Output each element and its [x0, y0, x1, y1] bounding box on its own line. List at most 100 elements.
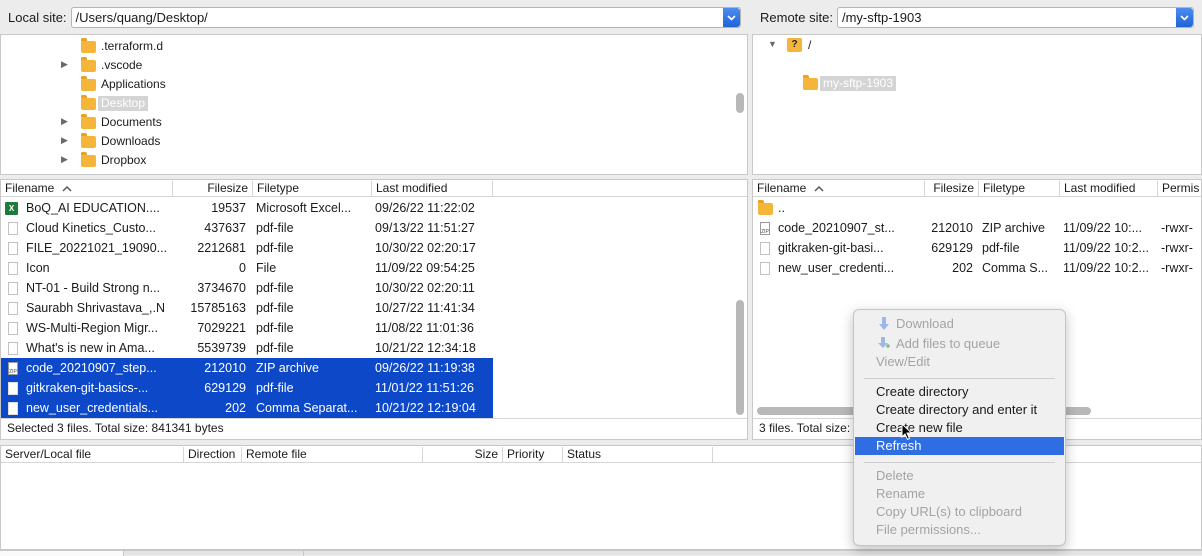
- column-priority[interactable]: Priority: [503, 447, 563, 462]
- local-directory-tree[interactable]: .terraform.d ▶ .vscode Applications Desktop ▶…: [0, 34, 748, 175]
- expand-triangle-icon[interactable]: ▶: [61, 59, 68, 70]
- expand-triangle-icon[interactable]: ▶: [61, 116, 68, 127]
- tree-item[interactable]: Applications: [1, 75, 731, 94]
- expanded-triangle-icon[interactable]: ▼: [768, 39, 777, 49]
- column-filetype[interactable]: Filetype: [979, 181, 1060, 196]
- file-name: new_user_credenti...: [778, 261, 895, 275]
- file-icon: [8, 342, 18, 355]
- menu-item-download[interactable]: Download: [855, 315, 1064, 333]
- folder-icon: [81, 76, 96, 91]
- menu-item-create-new-file[interactable]: Create new file: [855, 419, 1064, 437]
- tree-item-my-sftp[interactable]: my-sftp-1903: [753, 74, 1193, 93]
- column-filesize[interactable]: Filesize: [925, 181, 979, 196]
- file-size: 19537: [211, 201, 246, 215]
- tree-item-label: Applications: [101, 77, 166, 91]
- file-icon: [8, 402, 18, 415]
- file-name: Saurabh Shrivastava_,.N: [26, 301, 165, 315]
- file-row[interactable]: ZIP code_20210907_st... 212010 ZIP archive 1…: [753, 218, 1201, 238]
- expand-triangle-icon[interactable]: ▶: [61, 154, 68, 165]
- file-row[interactable]: ..: [753, 198, 1201, 218]
- file-type: pdf-file: [256, 321, 294, 335]
- folder-icon: [758, 200, 773, 215]
- menu-item-rename[interactable]: Rename: [855, 485, 1064, 503]
- menu-item-refresh[interactable]: Refresh: [855, 437, 1064, 455]
- file-row[interactable]: new_user_credenti... 202 Comma S... 11/09/2…: [753, 258, 1201, 278]
- tree-item-label: my-sftp-1903: [820, 76, 897, 91]
- tree-item[interactable]: ▶ Downloads: [1, 132, 731, 151]
- local-site-path-combo[interactable]: /Users/quang/Desktop/: [70, 7, 741, 28]
- tree-scrollbar[interactable]: [736, 93, 744, 113]
- file-row[interactable]: ZIP code_20210907_step... 212010 ZIP archiv…: [1, 358, 493, 378]
- file-type: pdf-file: [256, 341, 294, 355]
- remote-directory-tree[interactable]: ▼ ? / my-sftp-1903: [752, 34, 1202, 175]
- column-remote-file[interactable]: Remote file: [242, 447, 423, 462]
- expand-triangle-icon[interactable]: ▶: [61, 135, 68, 146]
- column-last-modified[interactable]: Last modified: [372, 181, 493, 196]
- tree-item[interactable]: .terraform.d: [1, 37, 731, 56]
- file-icon: [760, 242, 770, 255]
- file-icon: [8, 282, 18, 295]
- file-size: 15785163: [190, 301, 246, 315]
- file-row[interactable]: Saurabh Shrivastava_,.N 15785163 pdf-file 1…: [1, 298, 493, 318]
- tree-item[interactable]: ▶ Dropbox: [1, 151, 731, 170]
- file-type: pdf-file: [256, 381, 294, 395]
- file-type: pdf-file: [256, 221, 294, 235]
- column-size[interactable]: Size: [423, 447, 503, 462]
- file-modified: 11/01/22 11:51:26: [375, 381, 474, 395]
- column-filesize[interactable]: Filesize: [173, 181, 253, 196]
- tree-item[interactable]: ▶ Documents: [1, 113, 731, 132]
- file-list-scrollbar[interactable]: [736, 300, 744, 415]
- column-filename[interactable]: Filename: [1, 181, 173, 196]
- file-permissions: -rwxr-: [1161, 241, 1193, 255]
- tree-item[interactable]: ▶ .vscode: [1, 56, 731, 75]
- column-last-modified[interactable]: Last modified: [1060, 181, 1158, 196]
- menu-item-add-to-queue[interactable]: Add files to queue: [855, 335, 1064, 353]
- menu-item-file-permissions[interactable]: File permissions...: [855, 521, 1064, 539]
- menu-item-create-directory[interactable]: Create directory: [855, 383, 1064, 401]
- file-row[interactable]: Icon 0 File 11/09/22 09:54:25: [1, 258, 493, 278]
- folder-icon: [81, 152, 96, 167]
- file-modified: 10/21/22 12:34:18: [375, 341, 476, 355]
- remote-status-text: 3 files. Total size:: [759, 421, 851, 435]
- file-size: 202: [225, 401, 246, 415]
- file-row[interactable]: Cloud Kinetics_Custo... 437637 pdf-file 09/…: [1, 218, 493, 238]
- file-type: ZIP archive: [256, 361, 319, 375]
- local-file-list[interactable]: Filename Filesize Filetype Last modified…: [0, 179, 748, 440]
- file-name: code_20210907_step...: [26, 361, 157, 375]
- menu-item-view-edit[interactable]: View/Edit: [855, 353, 1064, 371]
- file-permissions: -rwxr-: [1161, 261, 1193, 275]
- file-size: 629129: [204, 381, 246, 395]
- local-site-path: /Users/quang/Desktop/: [75, 10, 208, 25]
- file-row[interactable]: What's is new in Ama... 5539739 pdf-file 10…: [1, 338, 493, 358]
- column-filetype[interactable]: Filetype: [253, 181, 372, 196]
- column-filename[interactable]: Filename: [753, 181, 925, 196]
- chevron-down-icon[interactable]: [722, 8, 740, 27]
- column-status[interactable]: Status: [563, 447, 713, 462]
- file-modified: 11/09/22 10:...: [1063, 221, 1142, 235]
- chevron-down-icon[interactable]: [1175, 8, 1193, 27]
- column-direction[interactable]: Direction: [184, 447, 242, 462]
- file-row[interactable]: WS-Multi-Region Migr... 7029221 pdf-file 11…: [1, 318, 493, 338]
- file-name: WS-Multi-Region Migr...: [26, 321, 158, 335]
- file-type: Comma Separat...: [256, 401, 358, 415]
- zip-icon: ZIP: [760, 222, 770, 235]
- column-server-local-file[interactable]: Server/Local file: [1, 447, 184, 462]
- file-row[interactable]: X BoQ_AI EDUCATION.... 19537 Microsoft Exce…: [1, 198, 493, 218]
- menu-item-create-directory-enter[interactable]: Create directory and enter it: [855, 401, 1064, 419]
- file-row[interactable]: FILE_20221021_19090... 2212681 pdf-file 10/…: [1, 238, 493, 258]
- file-row[interactable]: NT-01 - Build Strong n... 3734670 pdf-file…: [1, 278, 493, 298]
- file-size: 202: [952, 261, 973, 275]
- column-permissions[interactable]: Permis: [1158, 181, 1201, 196]
- file-size: 212010: [204, 361, 246, 375]
- file-row[interactable]: gitkraken-git-basics-... 629129 pdf-file 11…: [1, 378, 493, 398]
- remote-site-path-combo[interactable]: /my-sftp-1903: [836, 7, 1194, 28]
- menu-item-delete[interactable]: Delete: [855, 467, 1064, 485]
- file-modified: 09/26/22 11:19:38: [375, 361, 475, 375]
- menu-item-copy-url[interactable]: Copy URL(s) to clipboard: [855, 503, 1064, 521]
- tree-item[interactable]: Desktop: [1, 94, 731, 113]
- unknown-folder-icon: ?: [787, 38, 802, 52]
- file-row[interactable]: gitkraken-git-basi... 629129 pdf-file 11/09…: [753, 238, 1201, 258]
- file-row[interactable]: new_user_credentials... 202 Comma Separat.…: [1, 398, 493, 418]
- tree-item-root[interactable]: ▼ ? /: [753, 36, 1193, 55]
- context-menu: Download Add files to queue View/Edit Cr…: [853, 309, 1066, 546]
